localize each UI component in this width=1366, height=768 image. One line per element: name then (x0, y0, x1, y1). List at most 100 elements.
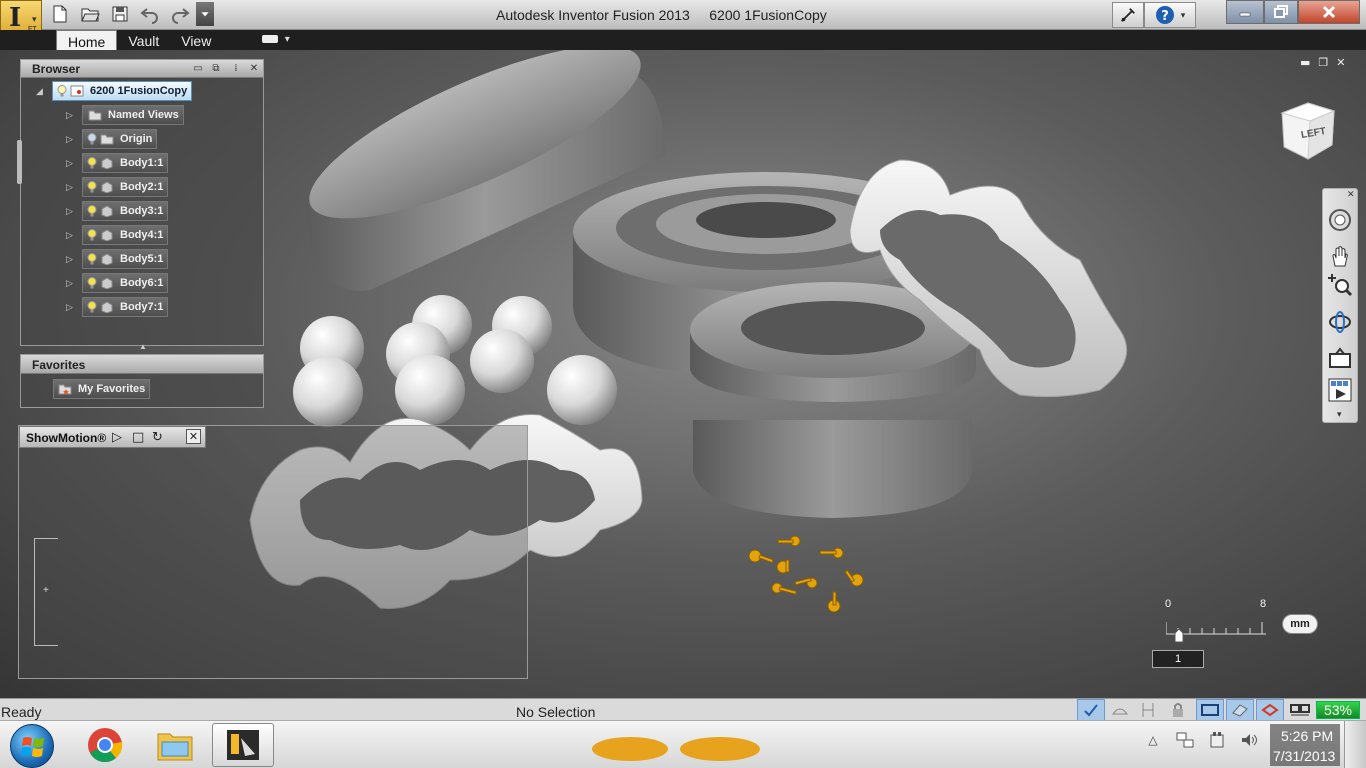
tree-item[interactable]: ▷ Body7:1 (66, 297, 169, 317)
show-hidden-icons-icon[interactable]: △ (1142, 729, 1164, 751)
tree-item[interactable]: ▷ Origin (66, 129, 158, 149)
close-icon[interactable]: ✕ (186, 429, 201, 444)
minimize-icon[interactable]: ▬ (1300, 56, 1310, 69)
lightbulb-icon[interactable] (87, 205, 97, 217)
scale-value-field[interactable]: 1 (1152, 650, 1204, 668)
expand-arrow-icon[interactable]: ▷ (66, 254, 76, 265)
tree-node-root[interactable]: 6200 1FusionCopy (52, 81, 193, 101)
close-button[interactable] (1298, 0, 1360, 24)
look-at-icon[interactable] (1327, 346, 1353, 372)
lightbulb-icon[interactable] (87, 253, 97, 265)
unit-button[interactable]: mm (1282, 614, 1318, 634)
select-mode-icon[interactable] (1077, 699, 1105, 721)
expand-arrow-icon[interactable]: ▷ (66, 182, 76, 193)
new-icon[interactable] (46, 2, 74, 26)
tree-node-body5[interactable]: Body5:1 (82, 249, 169, 269)
inner-race[interactable] (690, 282, 976, 518)
tree-node-body1[interactable]: Body1:1 (82, 153, 169, 173)
play-icon[interactable]: ▷ (112, 430, 122, 445)
lightbulb-icon[interactable] (87, 229, 97, 241)
panel-options-icon[interactable]: ⁞ (229, 62, 243, 75)
help-button[interactable]: ? ▾ (1144, 2, 1196, 28)
ribbon-display-options[interactable]: ▾ (262, 34, 290, 45)
taskbar-inventor-fusion[interactable] (212, 723, 274, 767)
expand-arrow-icon[interactable]: ▷ (66, 110, 76, 121)
pan-icon[interactable] (1327, 244, 1353, 270)
tree-item[interactable]: ▷ Body4:1 (66, 225, 169, 245)
orbit-icon[interactable] (1327, 309, 1353, 335)
tree-root[interactable]: ◢ 6200 1FusionCopy (36, 81, 193, 101)
volume-icon[interactable] (1238, 729, 1260, 751)
undo-icon[interactable] (136, 2, 164, 26)
minimize-button[interactable] (1226, 0, 1264, 24)
tab-vault[interactable]: Vault (117, 30, 170, 50)
rivets[interactable] (748, 535, 864, 613)
steering-wheel-icon[interactable] (1327, 207, 1353, 233)
lightbulb-icon[interactable] (87, 301, 97, 313)
lightbulb-icon[interactable] (87, 277, 97, 289)
tab-home[interactable]: Home (56, 30, 118, 50)
tree-item[interactable]: ▷ Body5:1 (66, 249, 169, 269)
showmotion-icon[interactable] (1327, 377, 1353, 403)
expand-arrow-icon[interactable]: ▷ (66, 206, 76, 217)
zoom-icon[interactable] (1327, 271, 1353, 297)
my-favorites-item[interactable]: My Favorites (53, 379, 151, 399)
expand-arrow-icon[interactable]: ▷ (66, 134, 76, 145)
tree-node-body4[interactable]: Body4:1 (82, 225, 169, 245)
tab-view[interactable]: View (170, 30, 222, 50)
sketch-mode-icon[interactable] (1106, 699, 1134, 721)
browser-scrollbar[interactable] (17, 140, 22, 184)
restore-icon[interactable]: ❐ (1318, 56, 1328, 69)
expand-arrow-icon[interactable]: ▷ (66, 302, 76, 313)
tree-node-named-views[interactable]: Named Views (82, 105, 184, 125)
start-button[interactable] (10, 724, 54, 768)
crossing-select-icon[interactable] (1226, 699, 1254, 721)
open-icon[interactable] (76, 2, 104, 26)
float-panel-icon[interactable]: ⧉ (209, 62, 223, 75)
expand-arrow-icon[interactable]: ▷ (66, 158, 76, 169)
tree-item[interactable]: ▷ Body6:1 (66, 273, 169, 293)
lasso-select-icon[interactable] (1256, 699, 1284, 721)
tree-item[interactable]: My Favorites (53, 379, 151, 399)
expand-arrow-icon[interactable]: ▷ (66, 278, 76, 289)
tree-node-body2[interactable]: Body2:1 (82, 177, 169, 197)
customize-dropdown-icon[interactable] (196, 2, 214, 26)
lightbulb-icon[interactable] (87, 133, 97, 145)
lightbulb-icon[interactable] (57, 85, 67, 97)
ball-set[interactable] (293, 295, 617, 427)
close-icon[interactable]: ✕ (247, 62, 261, 75)
lightbulb-icon[interactable] (87, 181, 97, 193)
tree-item[interactable]: ▷ Body2:1 (66, 177, 169, 197)
tree-item[interactable]: ▷ Body3:1 (66, 201, 169, 221)
tree-node-body7[interactable]: Body7:1 (82, 297, 169, 317)
stop-icon[interactable]: □ (132, 430, 144, 445)
maximize-panel-icon[interactable]: ▭ (191, 62, 205, 75)
power-icon[interactable] (1206, 729, 1228, 751)
expand-arrow-icon[interactable]: ▷ (66, 230, 76, 241)
taskbar-chrome[interactable] (74, 723, 136, 767)
add-shot-icon[interactable]: + (43, 585, 49, 596)
taskbar-explorer[interactable] (144, 723, 206, 767)
redo-icon[interactable] (166, 2, 194, 26)
communication-center-icon[interactable] (1112, 2, 1144, 28)
display-settings-icon[interactable] (1286, 699, 1314, 721)
dimension-icon[interactable] (1134, 699, 1162, 721)
close-icon[interactable]: ✕ (1347, 190, 1355, 200)
lock-icon[interactable] (1164, 699, 1192, 721)
network-icon[interactable] (1174, 729, 1196, 751)
show-desktop-button[interactable] (1344, 721, 1366, 768)
loop-icon[interactable]: ↻ (152, 430, 163, 445)
window-select-icon[interactable] (1196, 699, 1224, 721)
lightbulb-icon[interactable] (87, 157, 97, 169)
tree-node-body3[interactable]: Body3:1 (82, 201, 169, 221)
restore-button[interactable] (1264, 0, 1298, 24)
tree-node-body6[interactable]: Body6:1 (82, 273, 169, 293)
system-clock[interactable]: 5:26 PM 7/31/2013 (1270, 724, 1340, 766)
tree-item[interactable]: ▷ Named Views (66, 105, 184, 125)
collapse-arrow-icon[interactable]: ◢ (36, 86, 46, 97)
tree-node-origin[interactable]: Origin (82, 129, 158, 149)
scale-marker-icon[interactable] (1173, 628, 1185, 644)
chevron-down-icon[interactable]: ▾ (1337, 409, 1342, 420)
resize-grip-icon[interactable]: ▲ (139, 342, 147, 351)
tree-item[interactable]: ▷ Body1:1 (66, 153, 169, 173)
